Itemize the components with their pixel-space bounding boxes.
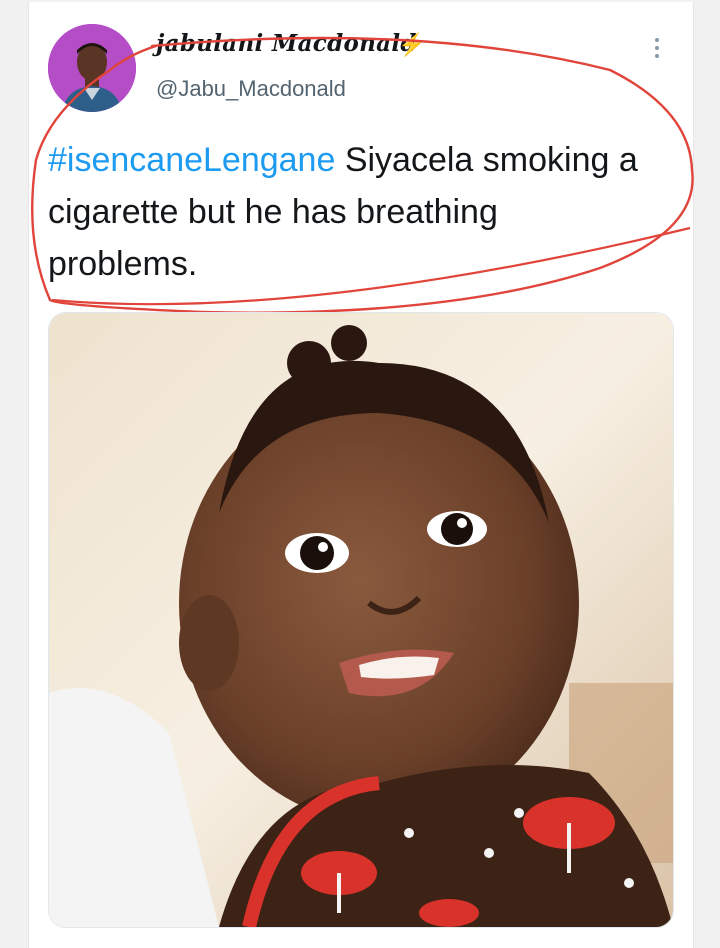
user-handle[interactable]: @Jabu_Macdonald [156, 76, 346, 102]
photo [49, 313, 673, 927]
lightning-emoji-icon: ⚡ [398, 32, 426, 57]
avatar[interactable] [48, 24, 136, 112]
tweet-text: #isencaneLengane Siyacela smoking a ciga… [48, 134, 648, 290]
more-options-icon[interactable] [654, 38, 660, 58]
person-avatar-icon [48, 24, 136, 112]
hashtag-link[interactable]: #isencaneLengane [48, 141, 335, 179]
tweet-photo[interactable] [48, 312, 674, 928]
display-name[interactable]: jabulani Macdonald [156, 30, 417, 57]
